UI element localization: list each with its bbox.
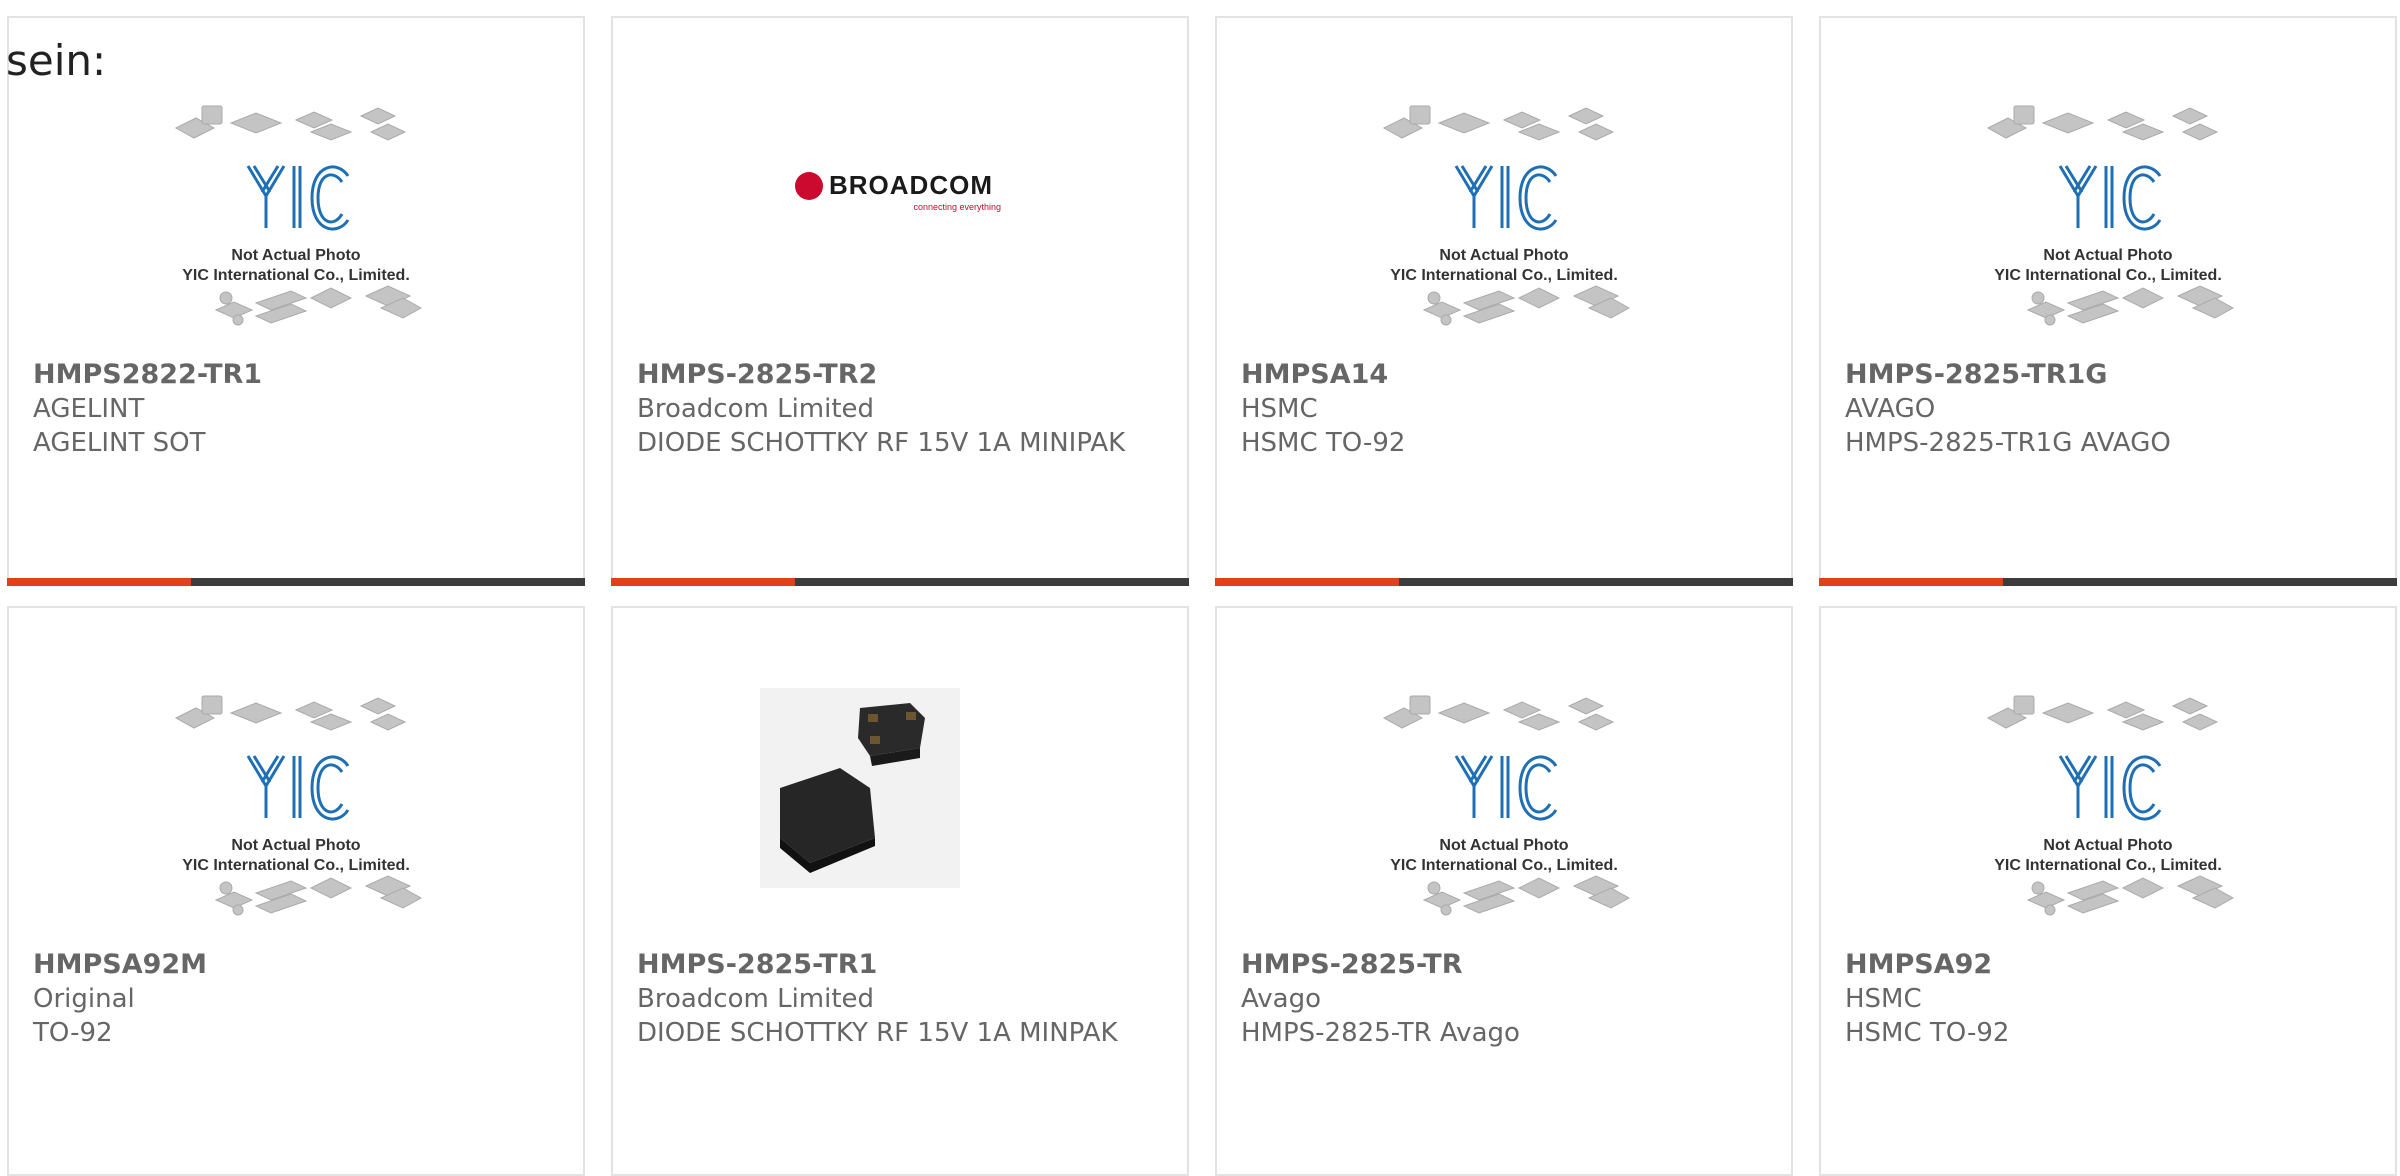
placeholder-image: Not Actual Photo YIC International Co., … (1968, 98, 2248, 348)
product-info: HMPS-2825-TR1G AVAGO HMPS-2825-TR1G AVAG… (1845, 358, 2371, 460)
product-description: DIODE SCHOTTKY RF 15V 1A MINIPAK (637, 428, 1126, 458)
product-info: HMPSA92M Original TO-92 (33, 948, 559, 1050)
product-card[interactable]: Not Actual Photo YIC International Co., … (7, 16, 585, 586)
card-bottom-bar (7, 578, 585, 586)
product-description: TO-92 (33, 1018, 113, 1048)
product-manufacturer: Original (33, 984, 135, 1014)
product-manufacturer: AVAGO (1845, 394, 1936, 424)
product-card[interactable]: Not Actual Photo YIC International Co., … (1215, 16, 1793, 586)
product-part-number[interactable]: HMPSA92 (1845, 948, 2371, 982)
svg-text:Not Actual Photo: Not Actual Photo (231, 837, 360, 854)
broadcom-wordmark: BROADCOM (829, 170, 993, 200)
product-description: DIODE SCHOTTKY RF 15V 1A MINPAK (637, 1018, 1118, 1048)
svg-text:Not Actual Photo: Not Actual Photo (1439, 837, 1568, 854)
product-description: HMPS-2825-TR1G AVAGO (1845, 428, 2171, 458)
placeholder-image: Not Actual Photo YIC International Co., … (1364, 98, 1644, 348)
placeholder-image: Not Actual Photo YIC International Co., … (1364, 688, 1644, 938)
product-part-number[interactable]: HMPS-2825-TR (1241, 948, 1767, 982)
card-bottom-bar (1215, 578, 1793, 586)
placeholder-image: Not Actual Photo YIC International Co., … (1968, 688, 2248, 938)
product-card[interactable]: HMPS-2825-TR1 Broadcom Limited DIODE SCH… (611, 606, 1189, 1176)
product-manufacturer: HSMC (1241, 394, 1318, 424)
product-info: HMPSA92 HSMC HSMC TO-92 (1845, 948, 2371, 1050)
svg-text:YIC International Co., Limited: YIC International Co., Limited. (1390, 267, 1618, 284)
product-part-number[interactable]: HMPSA92M (33, 948, 559, 982)
product-info: HMPS-2825-TR1 Broadcom Limited DIODE SCH… (637, 948, 1163, 1050)
product-part-number[interactable]: HMPS-2825-TR1G (1845, 358, 2371, 392)
svg-text:YIC International Co., Limited: YIC International Co., Limited. (1994, 857, 2222, 874)
product-card[interactable]: Not Actual Photo YIC International Co., … (1215, 606, 1793, 1176)
product-manufacturer: Broadcom Limited (637, 394, 875, 424)
card-bar-accent (1215, 578, 1399, 586)
product-manufacturer: HSMC (1845, 984, 1922, 1014)
product-info: HMPS2822-TR1 AGELINT AGELINT SOT (33, 358, 559, 460)
card-bottom-bar (1819, 578, 2397, 586)
svg-text:Not Actual Photo: Not Actual Photo (231, 247, 360, 264)
product-info: HMPS-2825-TR Avago HMPS-2825-TR Avago (1241, 948, 1767, 1050)
product-card[interactable]: Not Actual Photo YIC International Co., … (1819, 606, 2397, 1176)
product-info: HMPS-2825-TR2 Broadcom Limited DIODE SCH… (637, 358, 1163, 460)
broadcom-mark-icon (795, 172, 823, 200)
placeholder-image: Not Actual Photo YIC International Co., … (156, 98, 436, 348)
svg-text:Not Actual Photo: Not Actual Photo (2043, 247, 2172, 264)
broadcom-tagline: connecting everything (913, 202, 1001, 212)
product-manufacturer: Avago (1241, 984, 1321, 1014)
svg-text:YIC International Co., Limited: YIC International Co., Limited. (182, 857, 410, 874)
svg-text:YIC International Co., Limited: YIC International Co., Limited. (182, 267, 410, 284)
svg-text:YIC International Co., Limited: YIC International Co., Limited. (1994, 267, 2222, 284)
card-bar-accent (7, 578, 191, 586)
card-bar-accent (611, 578, 795, 586)
product-description: HMPS-2825-TR Avago (1241, 1018, 1520, 1048)
svg-text:YIC International Co., Limited: YIC International Co., Limited. (1390, 857, 1618, 874)
card-bottom-bar (611, 578, 1189, 586)
product-card[interactable]: Not Actual Photo YIC International Co., … (7, 606, 585, 1176)
card-bar-accent (1819, 578, 2003, 586)
product-description: HSMC TO-92 (1845, 1018, 2010, 1048)
page-prefix-text: sein: (6, 36, 107, 85)
product-description: HSMC TO-92 (1241, 428, 1406, 458)
placeholder-image: Not Actual Photo YIC International Co., … (156, 688, 436, 938)
product-info: HMPSA14 HSMC HSMC TO-92 (1241, 358, 1767, 460)
product-manufacturer: AGELINT (33, 394, 145, 424)
product-part-number[interactable]: HMPS-2825-TR1 (637, 948, 1163, 982)
svg-text:Not Actual Photo: Not Actual Photo (1439, 247, 1568, 264)
product-description: AGELINT SOT (33, 428, 206, 458)
product-manufacturer: Broadcom Limited (637, 984, 875, 1014)
broadcom-logo: BROADCOM connecting everything (795, 168, 1005, 213)
component-photo (760, 678, 1040, 928)
product-card[interactable]: Not Actual Photo YIC International Co., … (1819, 16, 2397, 586)
product-part-number[interactable]: HMPS-2825-TR2 (637, 358, 1163, 392)
product-card[interactable]: BROADCOM connecting everything HMPS-2825… (611, 16, 1189, 586)
product-part-number[interactable]: HMPS2822-TR1 (33, 358, 559, 392)
svg-text:Not Actual Photo: Not Actual Photo (2043, 837, 2172, 854)
product-part-number[interactable]: HMPSA14 (1241, 358, 1767, 392)
